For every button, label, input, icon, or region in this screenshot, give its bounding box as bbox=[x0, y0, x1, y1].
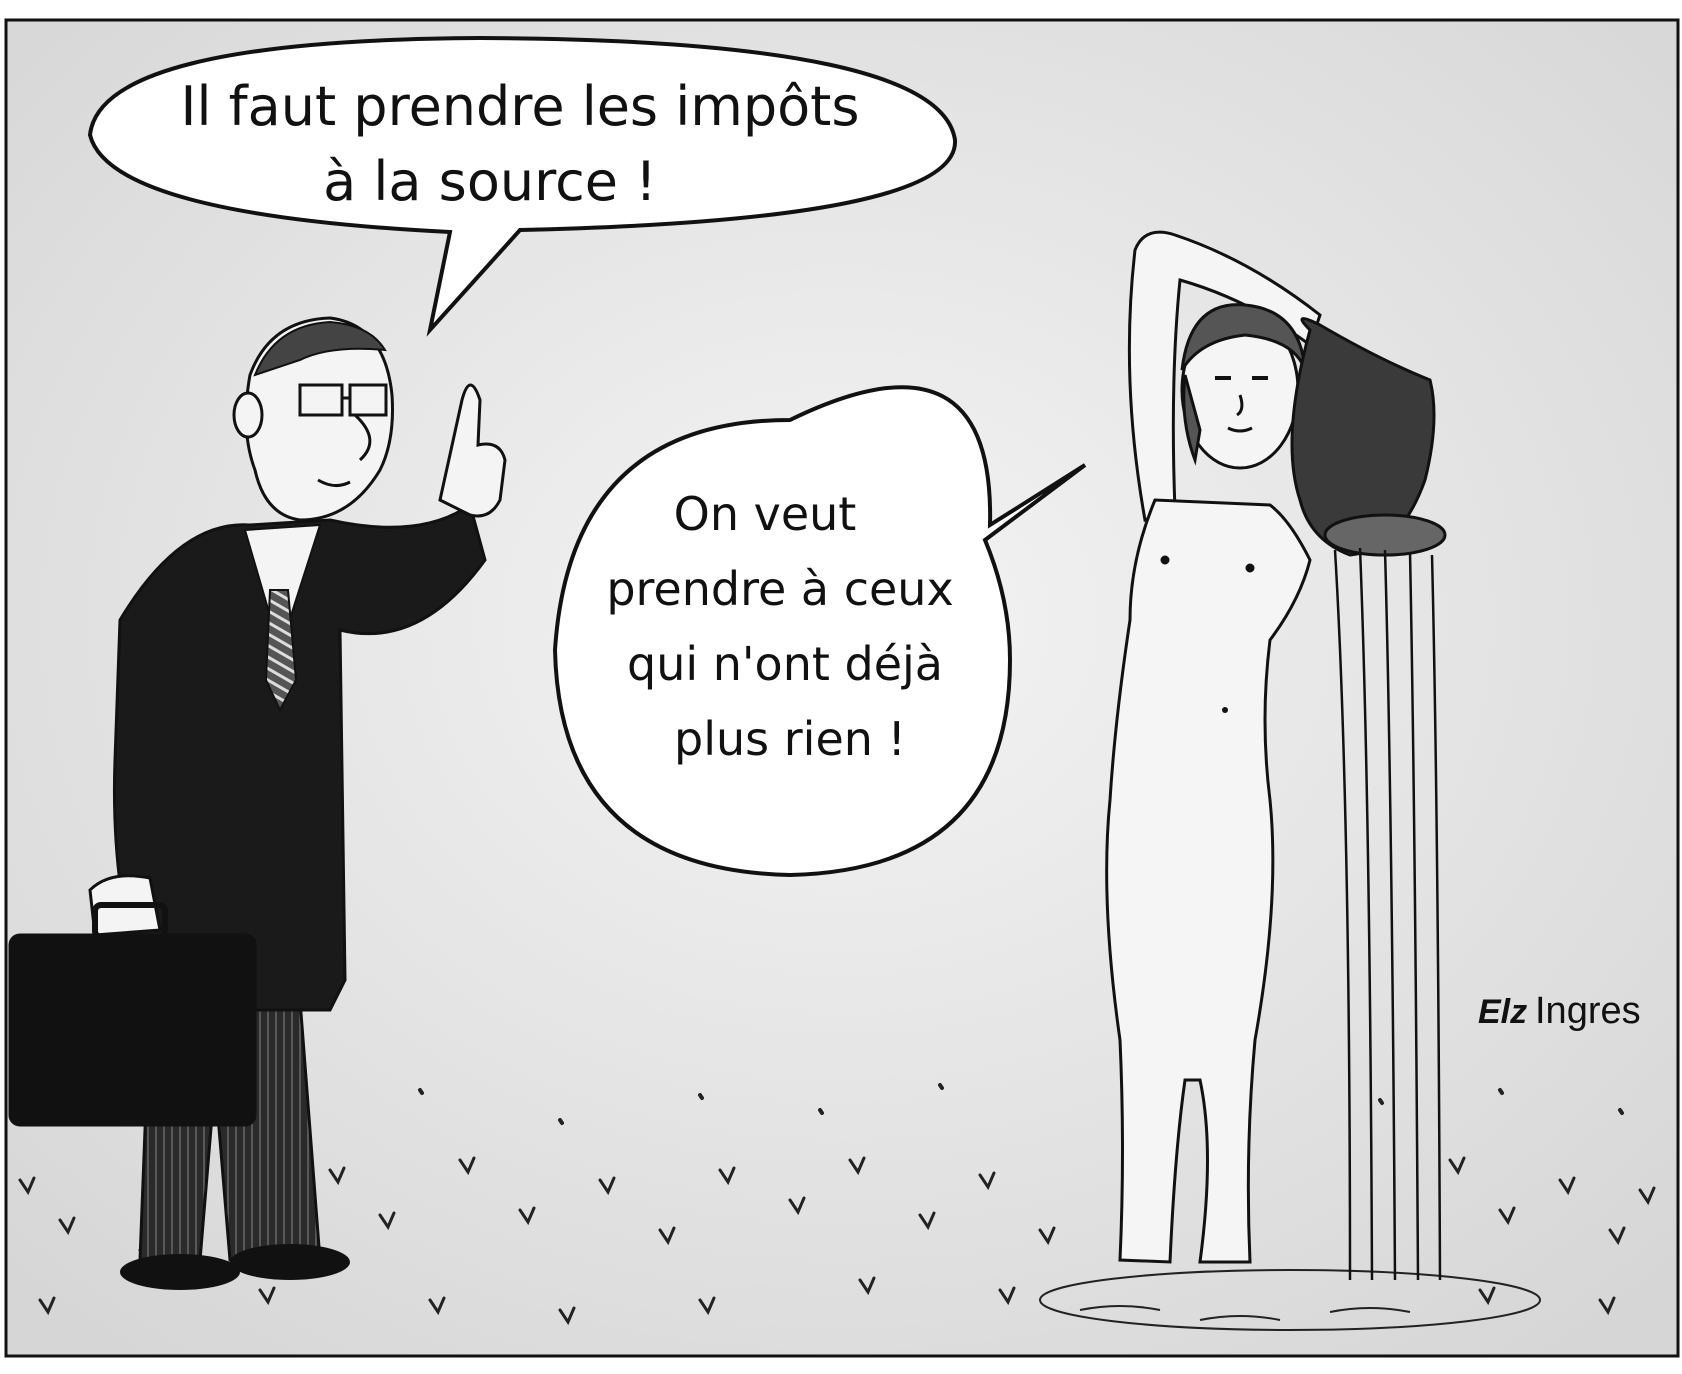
signature-reference: Ingres bbox=[1535, 990, 1641, 1032]
woman-speech-line-4: plus rien ! bbox=[674, 712, 906, 766]
woman-speech-line-2: prendre à ceux bbox=[606, 562, 953, 616]
briefcase-icon bbox=[8, 902, 257, 1127]
cartoon-panel: Il faut prendre les impôts à la source !… bbox=[0, 0, 1682, 1374]
man-speech-line-1: Il faut prendre les impôts bbox=[181, 75, 860, 138]
woman-speech-line-3: qui n'ont déjà bbox=[627, 637, 943, 691]
signature-artist: Elz bbox=[1478, 993, 1527, 1031]
woman-speech-line-1: On veut bbox=[674, 487, 857, 541]
signature: Elz Ingres bbox=[1478, 990, 1641, 1032]
man-speech-line-2: à la source ! bbox=[323, 150, 657, 213]
